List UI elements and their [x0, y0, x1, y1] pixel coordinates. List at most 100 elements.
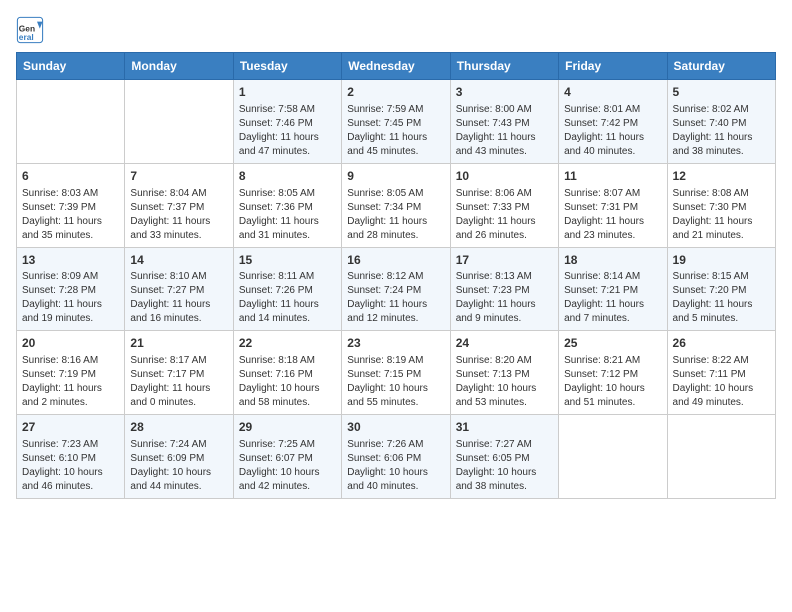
day-info: Sunrise: 8:00 AM Sunset: 7:43 PM Dayligh…: [456, 103, 553, 159]
day-number: 11: [564, 168, 661, 185]
svg-text:eral: eral: [19, 32, 34, 42]
calendar-cell: 26 Sunrise: 8:22 AM Sunset: 7:11 PM Dayli…: [667, 331, 775, 415]
day-info: Sunrise: 7:59 AM Sunset: 7:45 PM Dayligh…: [347, 103, 444, 159]
day-info: Sunrise: 8:05 AM Sunset: 7:34 PM Dayligh…: [347, 187, 444, 243]
calendar-cell: 9 Sunrise: 8:05 AM Sunset: 7:34 PM Daylig…: [342, 163, 450, 247]
day-number: 19: [673, 252, 770, 269]
calendar-cell: 14Sunrise: 8:10 AM Sunset: 7:27 PM Dayli…: [125, 247, 233, 331]
day-number: 18: [564, 252, 661, 269]
calendar-cell: 10 Sunrise: 8:06 AM Sunset: 7:33 PM Dayli…: [450, 163, 558, 247]
day-number: 16: [347, 252, 444, 269]
day-info: Sunrise: 7:23 AM Sunset: 6:10 PM Dayligh…: [22, 438, 119, 494]
day-info: Sunrise: 8:11 AM Sunset: 7:26 PM Dayligh…: [239, 270, 336, 326]
day-number: 6: [22, 168, 119, 185]
day-number: 29: [239, 419, 336, 436]
day-info: Sunrise: 8:02 AM Sunset: 7:40 PM Dayligh…: [673, 103, 770, 159]
day-number: 14: [130, 252, 227, 269]
logo-icon: Gen eral: [16, 16, 44, 44]
day-number: 31: [456, 419, 553, 436]
calendar-week-2: 6 Sunrise: 8:03 AM Sunset: 7:39 PM Daylig…: [17, 163, 776, 247]
calendar-cell: 12 Sunrise: 8:08 AM Sunset: 7:30 PM Dayli…: [667, 163, 775, 247]
calendar-cell: 31Sunrise: 7:27 AM Sunset: 6:05 PM Dayli…: [450, 415, 558, 499]
day-number: 4: [564, 84, 661, 101]
calendar-cell: 3 Sunrise: 8:00 AM Sunset: 7:43 PM Daylig…: [450, 80, 558, 164]
calendar-cell: 13Sunrise: 8:09 AM Sunset: 7:28 PM Dayli…: [17, 247, 125, 331]
day-info: Sunrise: 7:25 AM Sunset: 6:07 PM Dayligh…: [239, 438, 336, 494]
day-number: 21: [130, 335, 227, 352]
header-thursday: Thursday: [450, 53, 558, 80]
calendar-week-4: 20 Sunrise: 8:16 AM Sunset: 7:19 PM Dayli…: [17, 331, 776, 415]
calendar-cell: 4 Sunrise: 8:01 AM Sunset: 7:42 PM Daylig…: [559, 80, 667, 164]
day-info: Sunrise: 8:21 AM Sunset: 7:12 PM Dayligh…: [564, 354, 661, 410]
calendar-cell: 22 Sunrise: 8:18 AM Sunset: 7:16 PM Dayli…: [233, 331, 341, 415]
calendar-cell: 6 Sunrise: 8:03 AM Sunset: 7:39 PM Daylig…: [17, 163, 125, 247]
calendar-cell: 28 Sunrise: 7:24 AM Sunset: 6:09 PM Dayli…: [125, 415, 233, 499]
calendar-cell: 20 Sunrise: 8:16 AM Sunset: 7:19 PM Dayli…: [17, 331, 125, 415]
calendar-cell: 15Sunrise: 8:11 AM Sunset: 7:26 PM Dayli…: [233, 247, 341, 331]
day-info: Sunrise: 8:19 AM Sunset: 7:15 PM Dayligh…: [347, 354, 444, 410]
header-sunday: Sunday: [17, 53, 125, 80]
day-info: Sunrise: 8:08 AM Sunset: 7:30 PM Dayligh…: [673, 187, 770, 243]
calendar-week-1: 1 Sunrise: 7:58 AM Sunset: 7:46 PM Daylig…: [17, 80, 776, 164]
calendar-cell: [17, 80, 125, 164]
calendar-cell: 5 Sunrise: 8:02 AM Sunset: 7:40 PM Daylig…: [667, 80, 775, 164]
calendar-cell: [559, 415, 667, 499]
calendar-week-5: 27 Sunrise: 7:23 AM Sunset: 6:10 PM Dayli…: [17, 415, 776, 499]
day-number: 30: [347, 419, 444, 436]
day-info: Sunrise: 8:16 AM Sunset: 7:19 PM Dayligh…: [22, 354, 119, 410]
day-number: 28: [130, 419, 227, 436]
day-number: 17: [456, 252, 553, 269]
header-wednesday: Wednesday: [342, 53, 450, 80]
day-info: Sunrise: 8:14 AM Sunset: 7:21 PM Dayligh…: [564, 270, 661, 326]
calendar-table: SundayMondayTuesdayWednesdayThursdayFrid…: [16, 52, 776, 499]
day-number: 2: [347, 84, 444, 101]
calendar-cell: 19Sunrise: 8:15 AM Sunset: 7:20 PM Dayli…: [667, 247, 775, 331]
day-number: 15: [239, 252, 336, 269]
day-info: Sunrise: 8:20 AM Sunset: 7:13 PM Dayligh…: [456, 354, 553, 410]
day-number: 10: [456, 168, 553, 185]
calendar-cell: 1 Sunrise: 7:58 AM Sunset: 7:46 PM Daylig…: [233, 80, 341, 164]
calendar-cell: 8Sunrise: 8:05 AM Sunset: 7:36 PM Daylig…: [233, 163, 341, 247]
day-number: 3: [456, 84, 553, 101]
day-number: 22: [239, 335, 336, 352]
day-info: Sunrise: 8:09 AM Sunset: 7:28 PM Dayligh…: [22, 270, 119, 326]
day-info: Sunrise: 8:03 AM Sunset: 7:39 PM Dayligh…: [22, 187, 119, 243]
day-number: 26: [673, 335, 770, 352]
calendar-cell: 27 Sunrise: 7:23 AM Sunset: 6:10 PM Dayli…: [17, 415, 125, 499]
day-number: 9: [347, 168, 444, 185]
day-info: Sunrise: 8:07 AM Sunset: 7:31 PM Dayligh…: [564, 187, 661, 243]
day-number: 12: [673, 168, 770, 185]
header-tuesday: Tuesday: [233, 53, 341, 80]
logo: Gen eral: [16, 16, 48, 44]
day-number: 7: [130, 168, 227, 185]
day-number: 25: [564, 335, 661, 352]
calendar-cell: 24Sunrise: 8:20 AM Sunset: 7:13 PM Dayli…: [450, 331, 558, 415]
calendar-cell: 18Sunrise: 8:14 AM Sunset: 7:21 PM Dayli…: [559, 247, 667, 331]
day-info: Sunrise: 8:04 AM Sunset: 7:37 PM Dayligh…: [130, 187, 227, 243]
calendar-cell: 23 Sunrise: 8:19 AM Sunset: 7:15 PM Dayli…: [342, 331, 450, 415]
day-info: Sunrise: 8:22 AM Sunset: 7:11 PM Dayligh…: [673, 354, 770, 410]
day-info: Sunrise: 8:06 AM Sunset: 7:33 PM Dayligh…: [456, 187, 553, 243]
calendar-cell: 7 Sunrise: 8:04 AM Sunset: 7:37 PM Daylig…: [125, 163, 233, 247]
day-info: Sunrise: 8:18 AM Sunset: 7:16 PM Dayligh…: [239, 354, 336, 410]
calendar-cell: 21 Sunrise: 8:17 AM Sunset: 7:17 PM Dayli…: [125, 331, 233, 415]
day-number: 1: [239, 84, 336, 101]
day-number: 20: [22, 335, 119, 352]
day-number: 23: [347, 335, 444, 352]
day-info: Sunrise: 8:17 AM Sunset: 7:17 PM Dayligh…: [130, 354, 227, 410]
calendar-cell: [125, 80, 233, 164]
calendar-cell: 29 Sunrise: 7:25 AM Sunset: 6:07 PM Dayli…: [233, 415, 341, 499]
calendar-cell: 17Sunrise: 8:13 AM Sunset: 7:23 PM Dayli…: [450, 247, 558, 331]
header-friday: Friday: [559, 53, 667, 80]
day-info: Sunrise: 7:24 AM Sunset: 6:09 PM Dayligh…: [130, 438, 227, 494]
day-number: 27: [22, 419, 119, 436]
day-number: 5: [673, 84, 770, 101]
day-info: Sunrise: 8:01 AM Sunset: 7:42 PM Dayligh…: [564, 103, 661, 159]
header-monday: Monday: [125, 53, 233, 80]
page-header: Gen eral: [16, 16, 776, 44]
calendar-header: SundayMondayTuesdayWednesdayThursdayFrid…: [17, 53, 776, 80]
calendar-cell: 25 Sunrise: 8:21 AM Sunset: 7:12 PM Dayli…: [559, 331, 667, 415]
day-info: Sunrise: 8:05 AM Sunset: 7:36 PM Dayligh…: [239, 187, 336, 243]
day-info: Sunrise: 7:58 AM Sunset: 7:46 PM Dayligh…: [239, 103, 336, 159]
calendar-cell: [667, 415, 775, 499]
